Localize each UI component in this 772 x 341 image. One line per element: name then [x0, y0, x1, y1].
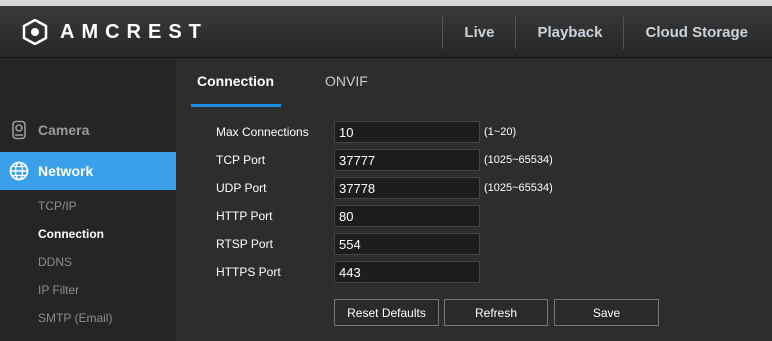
brand-logo[interactable]: AMCREST [22, 19, 208, 45]
rtsp-port-input[interactable] [334, 233, 480, 255]
camera-icon [12, 120, 26, 140]
field-label: UDP Port [216, 181, 267, 195]
network-globe-icon [9, 161, 29, 181]
form-row-max-connections: Max Connections (1~20) [216, 121, 516, 143]
sidebar-category-network[interactable]: Network [0, 152, 186, 190]
brand-name: AMCREST [60, 20, 208, 43]
app-header: AMCREST Live Playback Cloud Storage [0, 6, 772, 58]
tab-onvif[interactable]: ONVIF [325, 73, 368, 89]
field-range-hint: (1~20) [484, 126, 517, 138]
sidebar-item-ip-filter[interactable]: IP Filter [38, 283, 79, 297]
top-navigation: Live Playback Cloud Storage [442, 6, 772, 58]
form-row-http-port: HTTP Port [216, 205, 480, 227]
sidebar-item-connection[interactable]: Connection [38, 227, 104, 241]
http-port-input[interactable] [334, 205, 480, 227]
form-row-udp-port: UDP Port (1025~65534) [216, 177, 553, 199]
field-label: Max Connections [216, 125, 309, 139]
field-label: TCP Port [216, 153, 266, 167]
sidebar-category-label: Camera [38, 122, 90, 138]
https-port-input[interactable] [334, 261, 480, 283]
field-range-hint: (1025~65534) [484, 182, 553, 194]
nav-playback[interactable]: Playback [516, 24, 623, 41]
nav-live[interactable]: Live [443, 24, 515, 41]
tcp-port-input[interactable] [334, 149, 480, 171]
main-content: Connection ONVIF Max Connections (1~20) … [176, 59, 772, 341]
refresh-button[interactable]: Refresh [444, 299, 548, 326]
form-row-tcp-port: TCP Port (1025~65534) [216, 149, 553, 171]
sidebar-category-camera[interactable]: Camera [0, 112, 176, 148]
udp-port-input[interactable] [334, 177, 480, 199]
save-button[interactable]: Save [554, 299, 659, 326]
sidebar-item-ddns[interactable]: DDNS [38, 255, 72, 269]
amcrest-logo-icon [22, 19, 48, 45]
nav-cloud-storage[interactable]: Cloud Storage [624, 24, 772, 41]
field-range-hint: (1025~65534) [484, 154, 553, 166]
field-label: RTSP Port [216, 237, 273, 251]
tab-bar: Connection ONVIF [176, 59, 772, 108]
field-label: HTTP Port [216, 209, 273, 223]
sidebar-item-tcpip[interactable]: TCP/IP [38, 199, 77, 213]
sidebar-category-label: Network [38, 163, 94, 179]
active-tab-indicator [191, 104, 281, 107]
field-label: HTTPS Port [216, 265, 281, 279]
form-row-rtsp-port: RTSP Port [216, 233, 480, 255]
settings-sidebar: Camera Network TCP/IP Connection DDNS IP… [0, 59, 186, 341]
sidebar-item-smtp-email[interactable]: SMTP (Email) [38, 311, 112, 325]
reset-defaults-button[interactable]: Reset Defaults [334, 299, 439, 326]
tab-connection[interactable]: Connection [197, 73, 274, 89]
form-row-https-port: HTTPS Port [216, 261, 480, 283]
max-connections-input[interactable] [334, 121, 480, 143]
